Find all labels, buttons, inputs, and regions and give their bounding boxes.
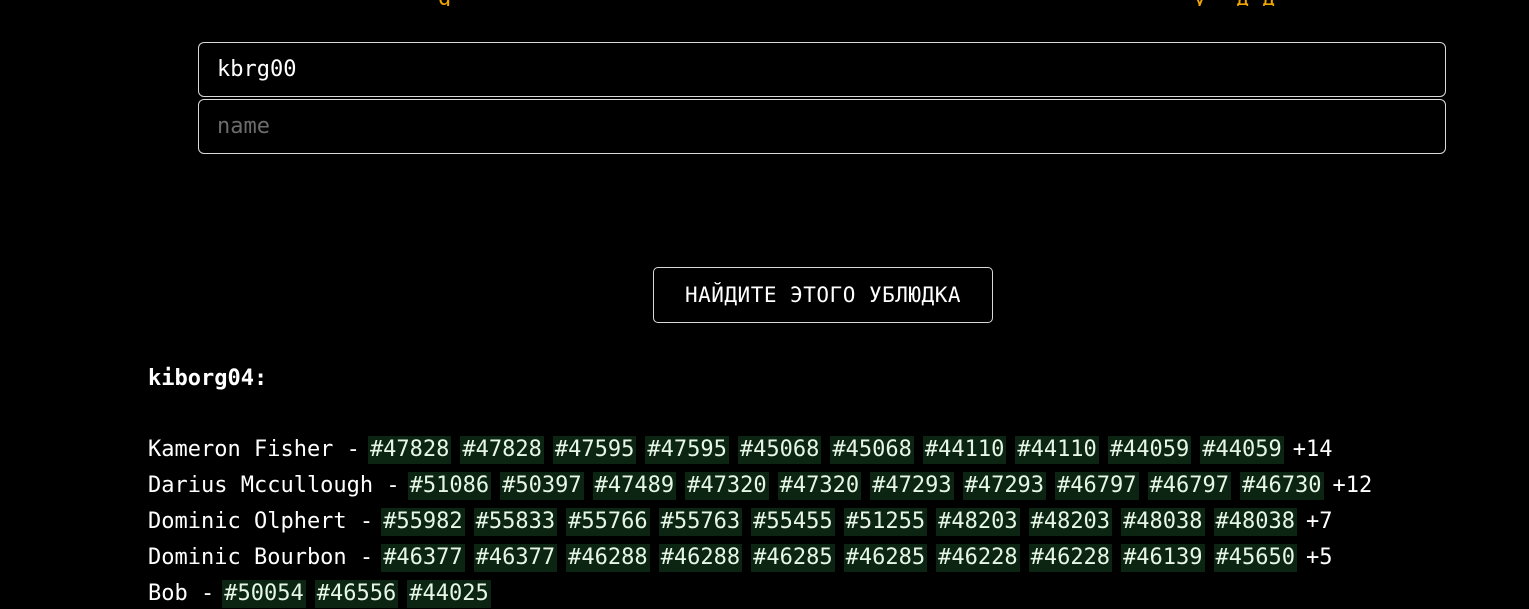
tag-link[interactable]: #48203 (1028, 508, 1113, 536)
tag-link[interactable]: #44025 (407, 580, 491, 608)
tag-link[interactable]: #46377 (473, 544, 558, 572)
tag-link[interactable]: #46377 (381, 544, 465, 572)
tag-link[interactable]: #47828 (367, 436, 452, 464)
tag-link[interactable]: #46288 (658, 544, 743, 572)
header-partial: g у д д (0, 0, 1529, 6)
tag-link[interactable]: #46228 (936, 544, 1020, 572)
person-name: Dominic Bourbon (148, 545, 347, 570)
separator: - (187, 581, 215, 606)
result-row: Kameron Fisher - #47828 #47828 #47595 #47595… (148, 432, 1372, 468)
tag-link[interactable]: #45068 (830, 436, 914, 464)
more-count: +14 (1292, 437, 1333, 462)
tag-link[interactable]: #48038 (1213, 508, 1298, 536)
result-row: Darius Mccullough - #51086 #50397 #47489 #47… (148, 468, 1372, 504)
tag-link[interactable]: #46730 (1240, 472, 1324, 500)
person-name: Bob (148, 581, 188, 606)
more-count: +7 (1306, 509, 1333, 534)
more-count: +5 (1306, 545, 1333, 570)
header-glyph: д (1236, 0, 1249, 6)
tag-link[interactable]: #47595 (645, 436, 729, 464)
tag-link[interactable]: #47489 (592, 472, 677, 500)
person-name: Kameron Fisher (148, 437, 334, 462)
find-button[interactable]: НАЙДИТЕ ЭТОГО УБЛЮДКА (653, 267, 993, 323)
result-row: Dominic Bourbon - #46377 #46377 #46288 #4628… (148, 540, 1372, 576)
tag-link[interactable]: #50054 (222, 580, 306, 608)
tag-link[interactable]: #55833 (473, 508, 558, 536)
tag-link[interactable]: #47293 (870, 472, 954, 500)
header-glyph: д (1262, 0, 1275, 6)
page: g у д д НАЙДИТЕ ЭТОГО УБЛЮДКА kiborg04: … (0, 0, 1529, 609)
tag-link[interactable]: #51255 (843, 508, 928, 536)
separator: - (333, 437, 360, 462)
header-glyph: у (1193, 0, 1206, 6)
person-name: Darius Mccullough (148, 473, 374, 498)
tag-link[interactable]: #47828 (460, 436, 544, 464)
tag-link[interactable]: #46797 (1147, 472, 1232, 500)
separator: - (346, 545, 374, 570)
result-row: Dominic Olphert - #55982 #55833 #55766 #5576… (148, 504, 1372, 540)
tag-link[interactable]: #51086 (407, 472, 492, 500)
person-name: Dominic Olphert (148, 509, 347, 534)
query-input[interactable] (198, 42, 1446, 97)
tag-link[interactable]: #46556 (314, 580, 399, 608)
tag-link[interactable]: #44110 (1015, 436, 1099, 464)
tag-link[interactable]: #44059 (1200, 436, 1284, 464)
more-count: +12 (1332, 473, 1373, 498)
tag-link[interactable]: #44059 (1107, 436, 1192, 464)
tag-link[interactable]: #47320 (777, 472, 862, 500)
tag-link[interactable]: #47320 (685, 472, 769, 500)
tag-link[interactable]: #55455 (751, 508, 835, 536)
tag-link[interactable]: #46228 (1028, 544, 1113, 572)
tag-link[interactable]: #46139 (1121, 544, 1205, 572)
tag-link[interactable]: #46285 (751, 544, 835, 572)
result-list: Kameron Fisher - #47828 #47828 #47595 #47595… (148, 432, 1372, 609)
tag-link[interactable]: #50397 (500, 472, 584, 500)
tag-link[interactable]: #47293 (962, 472, 1047, 500)
tag-link[interactable]: #55763 (658, 508, 743, 536)
result-heading: kiborg04: (148, 366, 268, 391)
separator: - (346, 509, 374, 534)
results: kiborg04: Kameron Fisher - #47828 #47828 #4… (148, 362, 1372, 609)
tag-link[interactable]: #48038 (1121, 508, 1205, 536)
name-input[interactable] (198, 99, 1446, 154)
tag-link[interactable]: #45068 (737, 436, 822, 464)
result-row: Bob - #50054 #46556 #44025 (148, 576, 1372, 609)
tag-link[interactable]: #46285 (843, 544, 928, 572)
tag-link[interactable]: #44110 (922, 436, 1007, 464)
separator: - (373, 473, 400, 498)
tag-link[interactable]: #45650 (1213, 544, 1298, 572)
tag-link[interactable]: #48203 (936, 508, 1020, 536)
header-glyph: g (438, 0, 451, 6)
tag-link[interactable]: #47595 (552, 436, 637, 464)
tag-link[interactable]: #46288 (566, 544, 650, 572)
tag-link[interactable]: #55982 (381, 508, 465, 536)
tag-link[interactable]: #46797 (1055, 472, 1139, 500)
tag-link[interactable]: #55766 (566, 508, 650, 536)
